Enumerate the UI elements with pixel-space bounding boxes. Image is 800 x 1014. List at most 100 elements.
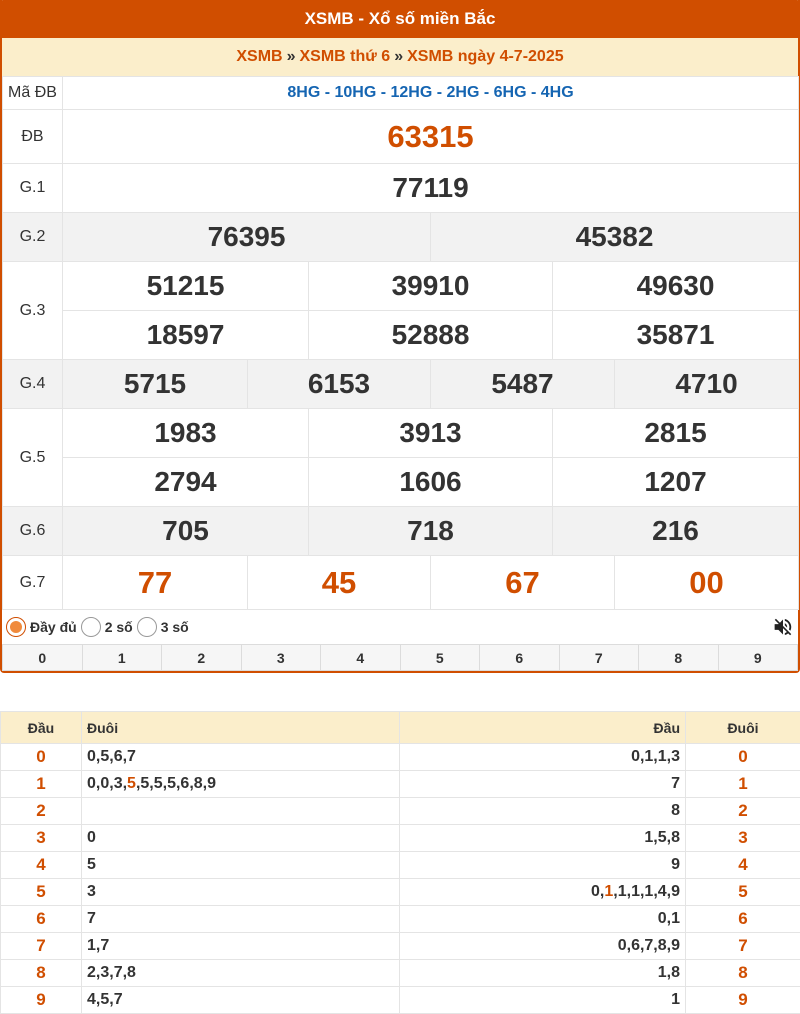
loto-heads-text: 0,1 [658, 910, 680, 927]
loto-tail-digit: 3 [686, 825, 800, 852]
loto-head-digit: 7 [1, 933, 82, 960]
digit-button[interactable]: 7 [559, 645, 639, 671]
breadcrumb-separator: » [394, 48, 403, 66]
loto-tails: 0,0,3,5,5,5,5,6,8,9 [82, 771, 400, 798]
loto-tail-digit: 6 [686, 906, 800, 933]
loto-tails-text: 5 [87, 856, 96, 873]
loto-heads-highlight: 1 [604, 883, 613, 900]
header-duoi-right: Đuôi [686, 712, 800, 744]
g3-number: 35871 [637, 319, 715, 350]
radio-3-digits[interactable] [137, 617, 157, 637]
g5-row: 2794 1606 1207 [3, 458, 799, 507]
option-2-digits-label: 2 số [105, 619, 133, 635]
results-table: Mã ĐB 8HG - 10HG - 12HG - 2HG - 6HG - 4H… [2, 76, 799, 610]
loto-tails: 3 [82, 879, 400, 906]
ma-db-value: 8HG - 10HG - 12HG - 2HG - 6HG - 4HG [63, 77, 799, 110]
g4-number: 6153 [308, 368, 370, 399]
g3-row: 18597 52888 35871 [3, 311, 799, 360]
table-row: 00,5,6,70,1,1,30 [1, 744, 800, 771]
loto-head-digit: 0 [1, 744, 82, 771]
g5-number: 2794 [154, 466, 216, 497]
table-row: 10,0,3,5,5,5,5,6,8,971 [1, 771, 800, 798]
g1-number: 77119 [392, 172, 468, 203]
g3-row: G.3 51215 39910 49630 [3, 262, 799, 311]
table-row: 282 [1, 798, 800, 825]
loto-tail-digit: 8 [686, 960, 800, 987]
option-2-digits[interactable]: 2 số [81, 617, 133, 637]
loto-heads-text: 1,8 [658, 964, 680, 981]
header-dau: Đầu [1, 712, 82, 744]
breadcrumb-xsmb[interactable]: XSMB [236, 48, 282, 66]
loto-tail-digit: 9 [686, 987, 800, 1014]
g2-number: 45382 [576, 221, 654, 252]
digit-button[interactable]: 3 [241, 645, 321, 671]
loto-heads-text: 1,5,8 [644, 829, 680, 846]
loto-tails-highlight: 5 [127, 775, 136, 792]
g3-number: 39910 [392, 270, 470, 301]
g4-row: G.4 5715 6153 5487 4710 [3, 360, 799, 409]
loto-heads: 7 [400, 771, 686, 798]
loto-tails [82, 798, 400, 825]
loto-tails: 7 [82, 906, 400, 933]
page-title: XSMB - Xổ số miền Bắc [0, 0, 800, 38]
g4-number: 5487 [491, 368, 553, 399]
option-full-label: Đầy đủ [30, 619, 77, 635]
digit-button[interactable]: 8 [639, 645, 719, 671]
radio-full[interactable] [6, 617, 26, 637]
g5-number: 1983 [154, 417, 216, 448]
loto-heads: 8 [400, 798, 686, 825]
loto-tail-digit: 0 [686, 744, 800, 771]
digit-button[interactable]: 1 [82, 645, 162, 671]
loto-tails-text: 7 [87, 910, 96, 927]
g7-number: 00 [689, 565, 723, 600]
breadcrumb: XSMB » XSMB thứ 6 » XSMB ngày 4-7-2025 [2, 38, 798, 76]
header-duoi: Đuôi [82, 712, 400, 744]
loto-tails: 0 [82, 825, 400, 852]
digit-button[interactable]: 6 [480, 645, 560, 671]
loto-heads-text: 0, [591, 883, 604, 900]
g6-number: 705 [162, 515, 209, 546]
g1-row: G.1 77119 [3, 164, 799, 213]
loto-tails-text: 0 [87, 829, 96, 846]
loto-head-digit: 2 [1, 798, 82, 825]
digit-button[interactable]: 5 [400, 645, 480, 671]
loto-head-digit: 6 [1, 906, 82, 933]
loto-heads: 0,1,1,1,1,4,9 [400, 879, 686, 906]
g6-number: 216 [652, 515, 699, 546]
digit-button[interactable]: 9 [718, 645, 798, 671]
table-row: 82,3,7,81,88 [1, 960, 800, 987]
loto-heads: 1,5,8 [400, 825, 686, 852]
loto-heads: 1 [400, 987, 686, 1014]
digit-button[interactable]: 4 [321, 645, 401, 671]
db-label: ĐB [3, 110, 63, 164]
g4-number: 4710 [675, 368, 737, 399]
loto-heads-text: 8 [671, 802, 680, 819]
loto-tail-digit: 1 [686, 771, 800, 798]
digit-button[interactable]: 2 [162, 645, 242, 671]
loto-heads-text: ,1,1,1,4,9 [613, 883, 680, 900]
digit-button[interactable]: 0 [3, 645, 83, 671]
volume-mute-icon[interactable] [772, 616, 794, 638]
loto-tails-text: 0,5,6,7 [87, 748, 136, 765]
loto-tails: 5 [82, 852, 400, 879]
g6-row: G.6 705 718 216 [3, 507, 799, 556]
g2-label: G.2 [3, 213, 63, 262]
option-3-digits-label: 3 số [161, 619, 189, 635]
radio-2-digits[interactable] [81, 617, 101, 637]
display-options: Đầy đủ 2 số 3 số [2, 609, 798, 644]
g5-label: G.5 [3, 409, 63, 507]
g7-number: 45 [322, 565, 356, 600]
table-row: 4594 [1, 852, 800, 879]
breadcrumb-xsmb-friday[interactable]: XSMB thứ 6 [300, 48, 391, 66]
g3-number: 18597 [147, 319, 225, 350]
loto-tails-text: 2,3,7,8 [87, 964, 136, 981]
loto-tails-text: 4,5,7 [87, 991, 123, 1008]
ma-db-label: Mã ĐB [3, 77, 63, 110]
g3-number: 49630 [637, 270, 715, 301]
g4-number: 5715 [124, 368, 186, 399]
db-number: 63315 [387, 119, 473, 154]
breadcrumb-xsmb-date[interactable]: XSMB ngày 4-7-2025 [407, 48, 564, 66]
option-3-digits[interactable]: 3 số [137, 617, 189, 637]
loto-heads-text: 1 [671, 991, 680, 1008]
option-full[interactable]: Đầy đủ [6, 617, 77, 637]
